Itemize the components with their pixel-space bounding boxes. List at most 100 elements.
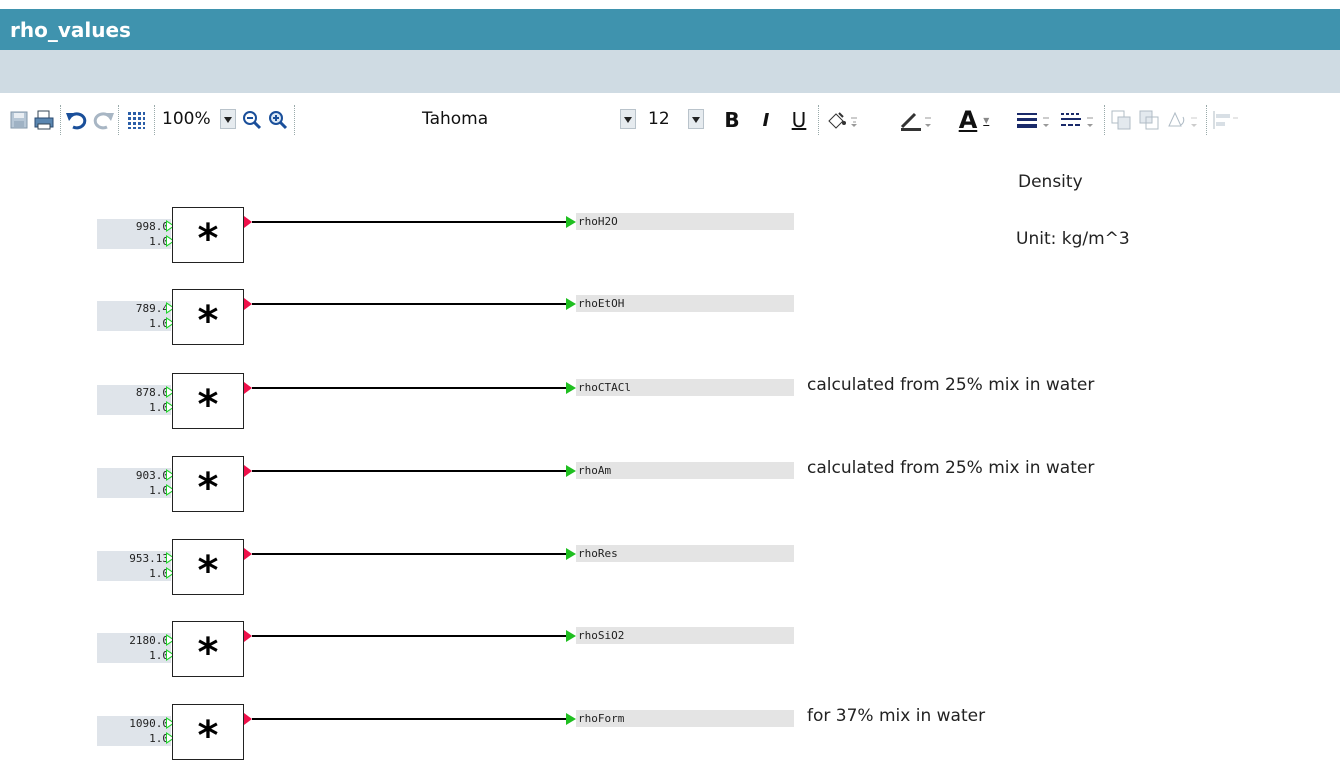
factor-value-field[interactable]: 1.0 bbox=[97, 316, 171, 331]
input-value-field[interactable]: 789.4 bbox=[97, 301, 171, 316]
line-color-icon[interactable] bbox=[898, 107, 934, 133]
product-operator: * bbox=[197, 216, 219, 262]
toolbar-separator bbox=[60, 105, 62, 135]
factor-value-field[interactable]: 1.0 bbox=[97, 483, 171, 498]
input-value-field[interactable]: 903.0 bbox=[97, 468, 171, 483]
diagram-canvas: Density Unit: kg/m^3 998.0 1.0 * rhoH2O … bbox=[0, 141, 1340, 760]
signal-arrow bbox=[566, 465, 576, 477]
product-block[interactable]: * bbox=[172, 289, 244, 345]
output-signal-field[interactable]: rhoH2O bbox=[576, 213, 794, 230]
signal-arrow bbox=[566, 216, 576, 228]
title-bar: rho_values bbox=[0, 9, 1340, 50]
toolbar-separator bbox=[118, 105, 120, 135]
product-block-row: 878.0 1.0 * rhoCTACl calculated from 25%… bbox=[0, 373, 1340, 433]
signal-wire[interactable] bbox=[252, 635, 568, 637]
signal-arrow bbox=[566, 630, 576, 642]
bold-button[interactable]: B bbox=[720, 107, 744, 133]
signal-wire[interactable] bbox=[252, 718, 568, 720]
input-value-field[interactable]: 878.0 bbox=[97, 385, 171, 400]
output-port[interactable] bbox=[244, 465, 252, 477]
italic-button[interactable]: I bbox=[756, 107, 776, 133]
product-operator: * bbox=[197, 713, 219, 759]
toolbar-separator bbox=[818, 105, 820, 135]
output-port[interactable] bbox=[244, 298, 252, 310]
rotate-icon[interactable] bbox=[1164, 107, 1202, 133]
output-signal-field[interactable]: rhoRes bbox=[576, 545, 794, 562]
redo-icon[interactable] bbox=[90, 107, 116, 133]
output-port[interactable] bbox=[244, 630, 252, 642]
line-width-icon[interactable] bbox=[1014, 107, 1054, 133]
signal-arrow bbox=[566, 713, 576, 725]
toolbar-separator bbox=[1104, 105, 1106, 135]
zoom-dropdown-button[interactable] bbox=[220, 109, 236, 129]
signal-wire[interactable] bbox=[252, 303, 568, 305]
bring-front-icon[interactable] bbox=[1108, 107, 1134, 133]
input-value-field[interactable]: 2180.0 bbox=[97, 633, 171, 648]
product-block[interactable]: * bbox=[172, 704, 244, 760]
factor-value-field[interactable]: 1.0 bbox=[97, 648, 171, 663]
product-block-row: 2180.0 1.0 * rhoSiO2 bbox=[0, 621, 1340, 681]
output-signal-field[interactable]: rhoEtOH bbox=[576, 295, 794, 312]
product-operator: * bbox=[197, 630, 219, 676]
send-back-icon[interactable] bbox=[1136, 107, 1162, 133]
product-block[interactable]: * bbox=[172, 373, 244, 429]
line-style-icon[interactable] bbox=[1058, 107, 1098, 133]
product-operator: * bbox=[197, 465, 219, 511]
save-icon[interactable] bbox=[8, 107, 30, 133]
window-title: rho_values bbox=[10, 18, 131, 42]
output-signal-field[interactable]: rhoForm bbox=[576, 710, 794, 727]
output-port[interactable] bbox=[244, 713, 252, 725]
input-value-field[interactable]: 1090.0 bbox=[97, 716, 171, 731]
row-note: calculated from 25% mix in water bbox=[807, 458, 1095, 478]
factor-value-field[interactable]: 1.0 bbox=[97, 566, 171, 581]
output-signal-field[interactable]: rhoCTACl bbox=[576, 379, 794, 396]
font-size-dropdown-button[interactable] bbox=[688, 109, 704, 129]
underline-button[interactable]: U bbox=[788, 107, 810, 133]
product-block-row: 903.0 1.0 * rhoAm calculated from 25% mi… bbox=[0, 456, 1340, 516]
row-note: for 37% mix in water bbox=[807, 706, 986, 726]
output-port[interactable] bbox=[244, 548, 252, 560]
output-signal-field[interactable]: rhoSiO2 bbox=[576, 627, 794, 644]
menu-band bbox=[0, 50, 1340, 93]
zoom-out-icon[interactable] bbox=[240, 107, 264, 133]
density-label: Density bbox=[1018, 172, 1083, 192]
undo-icon[interactable] bbox=[64, 107, 90, 133]
product-operator: * bbox=[197, 548, 219, 594]
output-port[interactable] bbox=[244, 216, 252, 228]
grid-icon[interactable] bbox=[123, 107, 149, 133]
product-block[interactable]: * bbox=[172, 539, 244, 595]
toolbar-separator bbox=[294, 105, 296, 135]
product-block[interactable]: * bbox=[172, 456, 244, 512]
output-signal-field[interactable]: rhoAm bbox=[576, 462, 794, 479]
signal-wire[interactable] bbox=[252, 470, 568, 472]
signal-wire[interactable] bbox=[252, 221, 568, 223]
print-icon[interactable] bbox=[32, 107, 56, 133]
fill-color-icon[interactable] bbox=[824, 107, 860, 133]
input-value-field[interactable]: 953.13 bbox=[97, 551, 171, 566]
product-block[interactable]: * bbox=[172, 621, 244, 677]
output-port[interactable] bbox=[244, 382, 252, 394]
product-block-row: 1090.0 1.0 * rhoForm for 37% mix in wate… bbox=[0, 704, 1340, 764]
font-name-select[interactable]: Tahoma bbox=[418, 107, 638, 132]
factor-value-field[interactable]: 1.0 bbox=[97, 234, 171, 249]
row-note: calculated from 25% mix in water bbox=[807, 375, 1095, 395]
signal-arrow bbox=[566, 298, 576, 310]
font-name-dropdown-button[interactable] bbox=[620, 109, 636, 129]
product-block-row: 998.0 1.0 * rhoH2O bbox=[0, 207, 1340, 267]
toolbar-separator bbox=[154, 105, 156, 135]
dropdown-arrow-icon: ▾ bbox=[983, 113, 990, 127]
signal-arrow bbox=[566, 548, 576, 560]
factor-value-field[interactable]: 1.0 bbox=[97, 400, 171, 415]
signal-wire[interactable] bbox=[252, 387, 568, 389]
product-block-row: 953.13 1.0 * rhoRes bbox=[0, 539, 1340, 599]
factor-value-field[interactable]: 1.0 bbox=[97, 731, 171, 746]
product-block-row: 789.4 1.0 * rhoEtOH bbox=[0, 289, 1340, 349]
product-block[interactable]: * bbox=[172, 207, 244, 263]
font-size-select[interactable]: 12 bbox=[644, 107, 684, 132]
text-color-icon[interactable]: A ▾ bbox=[954, 106, 994, 134]
signal-wire[interactable] bbox=[252, 553, 568, 555]
zoom-in-icon[interactable] bbox=[266, 107, 290, 133]
product-operator: * bbox=[197, 382, 219, 428]
align-left-icon[interactable] bbox=[1210, 107, 1240, 133]
input-value-field[interactable]: 998.0 bbox=[97, 219, 171, 234]
